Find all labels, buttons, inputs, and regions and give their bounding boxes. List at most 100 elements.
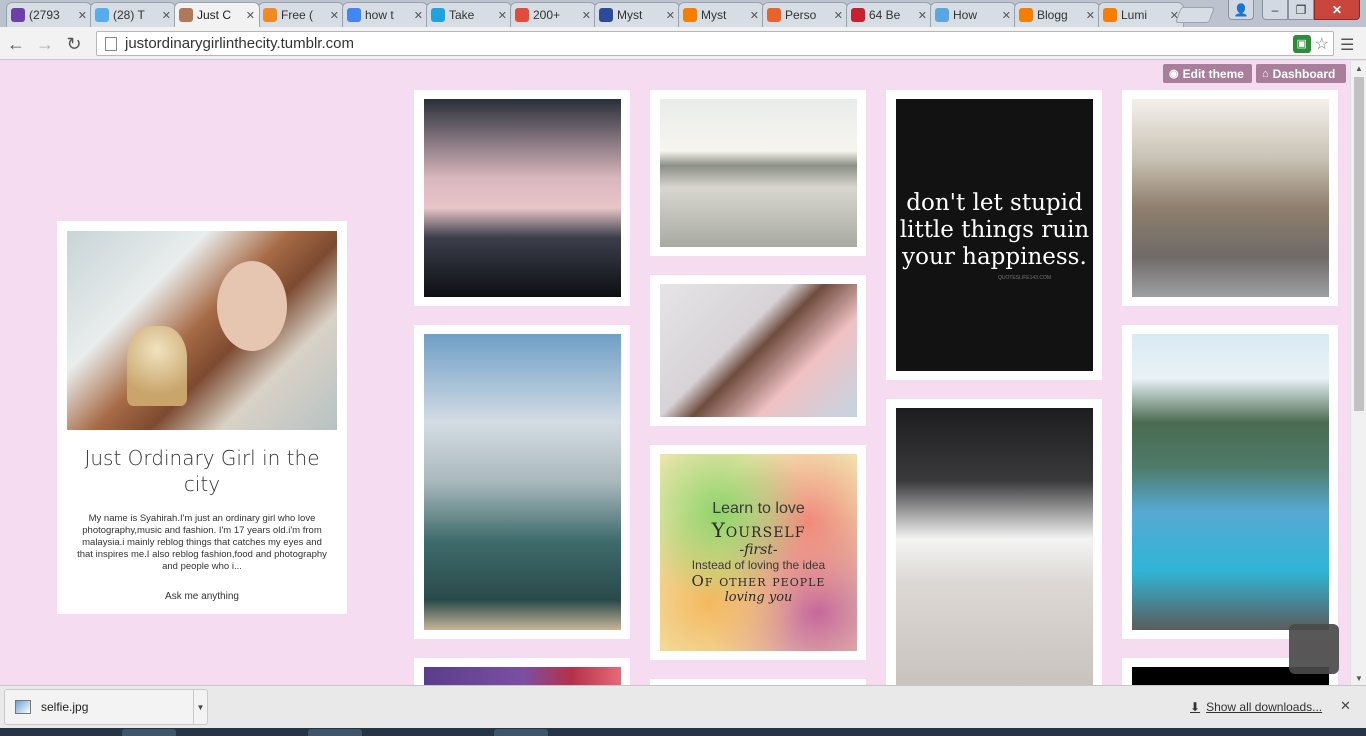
- browser-tab[interactable]: 64 Be ✕: [846, 2, 932, 27]
- post-card[interactable]: [414, 325, 630, 639]
- browser-tab[interactable]: how t ✕: [342, 2, 428, 27]
- close-tab-icon[interactable]: ✕: [834, 9, 843, 22]
- windows-icon: [431, 8, 445, 22]
- google-icon: [347, 8, 361, 22]
- quote-text: don't let stupid little things ruin your…: [899, 189, 1090, 270]
- menu-icon[interactable]: ☰: [1340, 35, 1354, 55]
- close-icon[interactable]: ✕: [1340, 698, 1351, 714]
- post-image-wave[interactable]: [424, 334, 621, 630]
- browser-tab[interactable]: Perso ✕: [762, 2, 848, 27]
- browser-tab[interactable]: Myst ✕: [594, 2, 680, 27]
- blog-description: My name is Syahirah.I'm just an ordinary…: [77, 513, 327, 572]
- scrollbar-thumb[interactable]: [1354, 77, 1364, 411]
- taskbar-item[interactable]: [308, 729, 362, 736]
- post-image-man[interactable]: [896, 408, 1093, 685]
- reload-button[interactable]: ↻: [63, 33, 85, 55]
- close-tab-icon[interactable]: ✕: [1086, 9, 1095, 22]
- love-line-1: Learn to love: [712, 500, 805, 517]
- post-image-street[interactable]: [1132, 99, 1329, 297]
- post-card[interactable]: Learn to love Yourself -first- Instead o…: [650, 445, 866, 660]
- show-all-downloads-link[interactable]: ⬇ Show all downloads...: [1190, 700, 1322, 714]
- page-scrollbar[interactable]: ▲ ▼: [1350, 61, 1366, 685]
- back-button[interactable]: ←: [5, 33, 27, 55]
- taskbar-item[interactable]: [122, 729, 176, 736]
- post-image-sea[interactable]: [1132, 334, 1329, 630]
- scroll-down-arrow-icon[interactable]: ▼: [1351, 671, 1366, 685]
- ask-me-link[interactable]: Ask me anything: [67, 591, 337, 602]
- close-tab-icon[interactable]: ✕: [666, 9, 675, 22]
- forward-button[interactable]: →: [34, 33, 56, 55]
- post-image-bride[interactable]: [660, 284, 857, 417]
- extension-icon[interactable]: ▣: [1292, 34, 1311, 53]
- new-tab-button[interactable]: [1175, 7, 1215, 23]
- post-image-lake[interactable]: [660, 99, 857, 247]
- browser-tab[interactable]: (28) T ✕: [90, 2, 176, 27]
- close-tab-icon[interactable]: ✕: [750, 9, 759, 22]
- post-card[interactable]: don't let stupid little things ruin your…: [886, 90, 1102, 380]
- post-card[interactable]: [886, 399, 1102, 685]
- post-card[interactable]: [650, 275, 866, 426]
- image-file-icon: [15, 700, 31, 714]
- browser-tab[interactable]: (2793 ✕: [6, 2, 92, 27]
- post-card[interactable]: [414, 90, 630, 306]
- taskbar-item[interactable]: [494, 729, 548, 736]
- close-tab-icon[interactable]: ✕: [78, 9, 87, 22]
- close-tab-icon[interactable]: ✕: [582, 9, 591, 22]
- download-item[interactable]: selfie.jpg ▼: [4, 689, 208, 725]
- close-tab-icon[interactable]: ✕: [162, 9, 171, 22]
- close-tab-icon[interactable]: ✕: [330, 9, 339, 22]
- minimize-button[interactable]: –: [1262, 0, 1288, 20]
- post-card[interactable]: [1122, 90, 1338, 306]
- love-line-4: Instead of loving the idea: [691, 558, 826, 572]
- dashboard-button[interactable]: ⌂ Dashboard: [1256, 64, 1346, 83]
- post-image-palms[interactable]: [424, 99, 621, 297]
- browser-tab[interactable]: Lumi ✕: [1098, 2, 1184, 27]
- user-icon[interactable]: 👤: [1228, 0, 1254, 20]
- tab-title: Just C: [197, 8, 232, 22]
- edit-theme-button[interactable]: ◉ Edit theme: [1163, 64, 1252, 83]
- post-image-love-quote[interactable]: Learn to love Yourself -first- Instead o…: [660, 454, 857, 651]
- blog-title[interactable]: Just Ordinary Girl in the city: [67, 445, 337, 497]
- eye-icon: ◉: [1169, 68, 1179, 80]
- browser-tab[interactable]: Just C ✕: [174, 2, 260, 27]
- c-icon: [515, 8, 529, 22]
- maximize-button[interactable]: ❐: [1288, 0, 1314, 20]
- blogger-icon: [683, 8, 697, 22]
- scroll-top-button[interactable]: [1289, 624, 1339, 674]
- close-tab-icon[interactable]: ✕: [1002, 9, 1011, 22]
- close-tab-icon[interactable]: ✕: [246, 9, 255, 22]
- avatar-face: [217, 261, 287, 351]
- scroll-up-arrow-icon[interactable]: ▲: [1351, 61, 1366, 75]
- post-card[interactable]: [650, 90, 866, 256]
- bookmark-star-icon[interactable]: ☆: [1315, 34, 1329, 54]
- address-bar[interactable]: justordinarygirlinthecity.tumblr.com ▣ ☆: [96, 31, 1334, 56]
- browser-tab[interactable]: Myst ✕: [678, 2, 764, 27]
- tab-title: 64 Be: [869, 8, 901, 22]
- close-tab-icon[interactable]: ✕: [498, 9, 507, 22]
- love-line-6: loving you: [724, 590, 793, 605]
- browser-tab[interactable]: Free (✕: [258, 2, 344, 27]
- close-tab-icon[interactable]: ✕: [918, 9, 927, 22]
- chevron-down-icon[interactable]: ▼: [193, 690, 207, 724]
- tab-title: Myst: [617, 8, 643, 22]
- tab-strip: (2793 ✕ (28) T ✕ Just C ✕ Free (✕ how t ✕ Take ✕ 20…: [0, 0, 1366, 27]
- b-icon: [599, 8, 613, 22]
- love-line-3: -first-: [739, 542, 778, 558]
- love-line-2: Yourself: [711, 518, 806, 542]
- url-text[interactable]: justordinarygirlinthecity.tumblr.com: [125, 35, 1293, 52]
- download-bar: selfie.jpg ▼ ⬇ Show all downloads... ✕: [0, 685, 1366, 728]
- profile-card: Just Ordinary Girl in the city My name i…: [57, 221, 347, 614]
- tab-title: (2793: [29, 8, 60, 22]
- close-window-button[interactable]: ✕: [1314, 0, 1360, 20]
- browser-tab[interactable]: Blogg ✕: [1014, 2, 1100, 27]
- post-image-purple[interactable]: [424, 667, 621, 685]
- post-card[interactable]: [414, 658, 630, 685]
- close-tab-icon[interactable]: ✕: [414, 9, 423, 22]
- download-file-name[interactable]: selfie.jpg: [41, 700, 193, 714]
- post-card[interactable]: [1122, 325, 1338, 639]
- browser-tab[interactable]: 200+ ✕: [510, 2, 596, 27]
- browser-tab[interactable]: How ✕: [930, 2, 1016, 27]
- home-icon: ⌂: [1262, 67, 1269, 80]
- post-image-quote[interactable]: don't let stupid little things ruin your…: [896, 99, 1093, 371]
- browser-tab[interactable]: Take ✕: [426, 2, 512, 27]
